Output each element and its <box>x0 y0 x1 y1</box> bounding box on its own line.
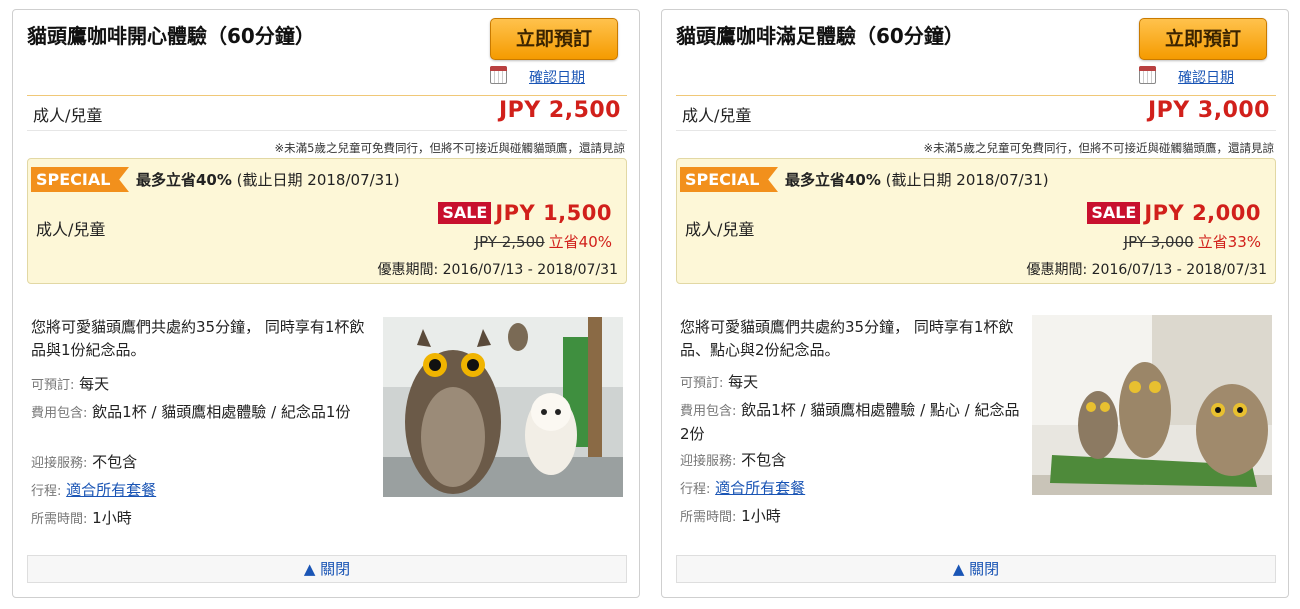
info-duration: 所需時間: 1小時 <box>680 505 1025 529</box>
plan-card-happy: 貓頭鷹咖啡開心體驗（60分鐘） 立即預訂 確認日期 成人/兒童 JPY 2,50… <box>12 9 640 598</box>
special-badge: SPECIAL <box>31 167 129 192</box>
special-discount: 最多立省40% <box>785 171 881 189</box>
info-key: 所需時間: <box>680 510 737 525</box>
price-row: 成人/兒童 JPY 2,500 <box>27 95 627 131</box>
special-offer-box: SPECIAL 最多立省40% (截止日期 2018/07/31) 成人/兒童 … <box>27 158 627 284</box>
itinerary-link[interactable]: 適合所有套餐 <box>715 479 805 497</box>
plan-description: 您將可愛貓頭鷹們共處約35分鐘， 同時享有1杯飲品、點心與2份紀念品。 <box>680 318 1014 359</box>
special-discount: 最多立省40% <box>136 171 232 189</box>
price-label: 成人/兒童 <box>682 106 752 125</box>
info-key: 行程: <box>680 482 711 497</box>
sale-price: JPY 1,500 <box>495 201 612 225</box>
price-value: JPY 3,000 <box>1148 98 1270 123</box>
check-dates-link[interactable]: 確認日期 <box>529 67 585 87</box>
calendar-icon[interactable] <box>490 66 507 84</box>
special-badge: SPECIAL <box>680 167 778 192</box>
info-key: 迎接服務: <box>680 454 737 469</box>
price-value: JPY 2,500 <box>499 98 621 123</box>
info-bookable: 可預訂: 每天 <box>680 371 1025 395</box>
collapse-button[interactable]: ▲ 關閉 <box>676 555 1276 583</box>
info-value: 每天 <box>79 375 110 393</box>
info-value: 每天 <box>728 373 759 391</box>
offer-period: 優惠期間: 2016/07/13 - 2018/07/31 <box>377 262 618 278</box>
info-value: 不包含 <box>741 451 787 469</box>
info-pickup: 迎接服務: 不包含 <box>680 449 1025 473</box>
sale-badge: SALE <box>438 202 492 224</box>
info-key: 所需時間: <box>31 512 88 527</box>
info-value: 不包含 <box>92 453 138 471</box>
original-price: JPY 2,500 <box>474 233 545 251</box>
info-key: 迎接服務: <box>31 456 88 471</box>
book-now-button[interactable]: 立即預訂 <box>1139 18 1267 60</box>
collapse-button[interactable]: ▲ 關閉 <box>27 555 627 583</box>
sale-price: JPY 2,000 <box>1144 201 1261 225</box>
info-itinerary: 行程: 適合所有套餐 <box>680 477 1025 501</box>
info-key: 費用包含: <box>31 406 88 421</box>
sale-price-line: SALE JPY 1,500 <box>438 201 612 225</box>
sale-badge: SALE <box>1087 202 1141 224</box>
special-headline: 最多立省40% (截止日期 2018/07/31) <box>136 169 400 190</box>
info-bookable: 可預訂: 每天 <box>31 373 376 397</box>
info-key: 可預訂: <box>680 376 724 391</box>
child-policy-note: ※未滿5歲之兒童可免費同行，但將不可接近與碰觸貓頭鷹，還請見諒 <box>923 141 1274 155</box>
child-policy-note: ※未滿5歲之兒童可免費同行，但將不可接近與碰觸貓頭鷹，還請見諒 <box>274 141 625 155</box>
info-key: 可預訂: <box>31 378 75 393</box>
special-price-label: 成人/兒童 <box>36 220 106 239</box>
sale-price-line: SALE JPY 2,000 <box>1087 201 1261 225</box>
special-deadline: (截止日期 2018/07/31) <box>880 171 1049 189</box>
owl-photo-illustration <box>1032 315 1272 495</box>
original-price-line: JPY 2,500 立省40% <box>475 231 612 252</box>
info-key: 行程: <box>31 484 62 499</box>
special-offer-box: SPECIAL 最多立省40% (截止日期 2018/07/31) 成人/兒童 … <box>676 158 1276 284</box>
special-headline: 最多立省40% (截止日期 2018/07/31) <box>785 169 1049 190</box>
check-dates-link[interactable]: 確認日期 <box>1178 67 1234 87</box>
price-row: 成人/兒童 JPY 3,000 <box>676 95 1276 131</box>
owl-photo <box>1032 315 1272 495</box>
book-now-button[interactable]: 立即預訂 <box>490 18 618 60</box>
info-value: 1小時 <box>92 509 132 527</box>
info-key: 費用包含: <box>680 404 737 419</box>
special-deadline: (截止日期 2018/07/31) <box>231 171 400 189</box>
info-pickup: 迎接服務: 不包含 <box>31 451 376 475</box>
info-includes: 費用包含: 飲品1杯 / 貓頭鷹相處體驗 / 點心 / 紀念品2份 <box>680 399 1025 445</box>
plan-title: 貓頭鷹咖啡滿足體驗（60分鐘） <box>676 24 964 48</box>
info-value: 飲品1杯 / 貓頭鷹相處體驗 / 紀念品1份 <box>92 403 351 421</box>
offer-period: 優惠期間: 2016/07/13 - 2018/07/31 <box>1026 262 1267 278</box>
calendar-icon[interactable] <box>1139 66 1156 84</box>
plan-card-satisfied: 貓頭鷹咖啡滿足體驗（60分鐘） 立即預訂 確認日期 成人/兒童 JPY 3,00… <box>661 9 1289 598</box>
plan-title: 貓頭鷹咖啡開心體驗（60分鐘） <box>27 24 315 48</box>
special-price-label: 成人/兒童 <box>685 220 755 239</box>
savings-text: 立省33% <box>1197 233 1261 251</box>
info-includes: 費用包含: 飲品1杯 / 貓頭鷹相處體驗 / 紀念品1份 <box>31 401 376 425</box>
owl-photo-illustration <box>383 317 623 497</box>
plan-description: 您將可愛貓頭鷹們共處約35分鐘， 同時享有1杯飲品與1份紀念品。 <box>31 318 365 359</box>
savings-text: 立省40% <box>548 233 612 251</box>
original-price-line: JPY 3,000 立省33% <box>1124 231 1261 252</box>
info-itinerary: 行程: 適合所有套餐 <box>31 479 376 503</box>
owl-photo <box>383 317 623 497</box>
price-label: 成人/兒童 <box>33 106 103 125</box>
info-duration: 所需時間: 1小時 <box>31 507 376 531</box>
info-value: 1小時 <box>741 507 781 525</box>
original-price: JPY 3,000 <box>1123 233 1194 251</box>
itinerary-link[interactable]: 適合所有套餐 <box>66 481 156 499</box>
